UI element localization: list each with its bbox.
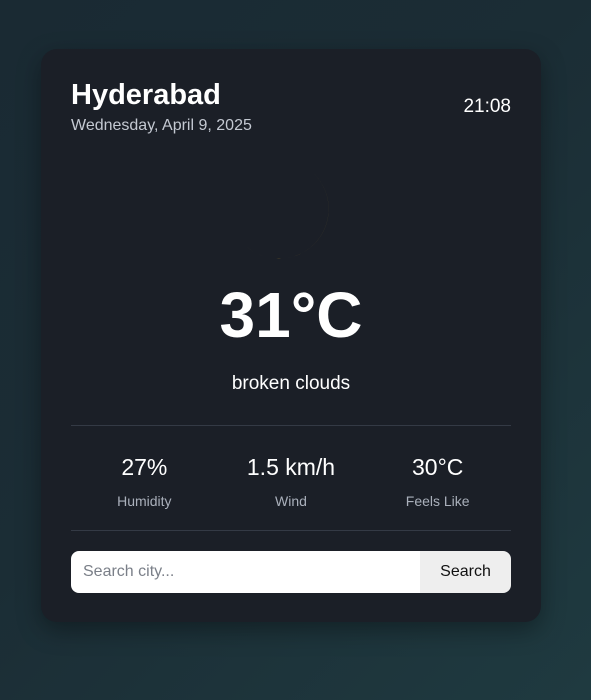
- current-time: 21:08: [463, 96, 511, 117]
- stat-humidity: 27% Humidity: [71, 452, 218, 512]
- stat-wind: 1.5 km/h Wind: [218, 452, 365, 512]
- divider: [71, 425, 511, 426]
- search-button[interactable]: Search: [420, 551, 511, 593]
- stat-feels-like: 30°C Feels Like: [364, 452, 511, 512]
- weather-stats: 27% Humidity 1.5 km/h Wind 30°C Feels Li…: [71, 452, 511, 512]
- city-name: Hyderabad: [71, 79, 221, 111]
- search-bar: Search: [71, 551, 511, 593]
- moon-icon: [247, 171, 329, 259]
- weather-header: Hyderabad Wednesday, April 9, 2025 21:08: [71, 77, 511, 137]
- wind-label: Wind: [275, 493, 307, 509]
- search-input[interactable]: [71, 551, 420, 593]
- humidity-value: 27%: [121, 454, 168, 480]
- weather-card: Hyderabad Wednesday, April 9, 2025 21:08…: [41, 49, 541, 622]
- humidity-label: Humidity: [117, 493, 172, 509]
- feels-like-value: 30°C: [411, 454, 464, 480]
- wind-value: 1.5 km/h: [246, 454, 336, 480]
- current-date: Wednesday, April 9, 2025: [71, 117, 252, 134]
- temperature: 31°C: [219, 279, 363, 351]
- weather-description: broken clouds: [231, 373, 351, 394]
- feels-like-label: Feels Like: [405, 493, 470, 509]
- divider: [71, 530, 511, 531]
